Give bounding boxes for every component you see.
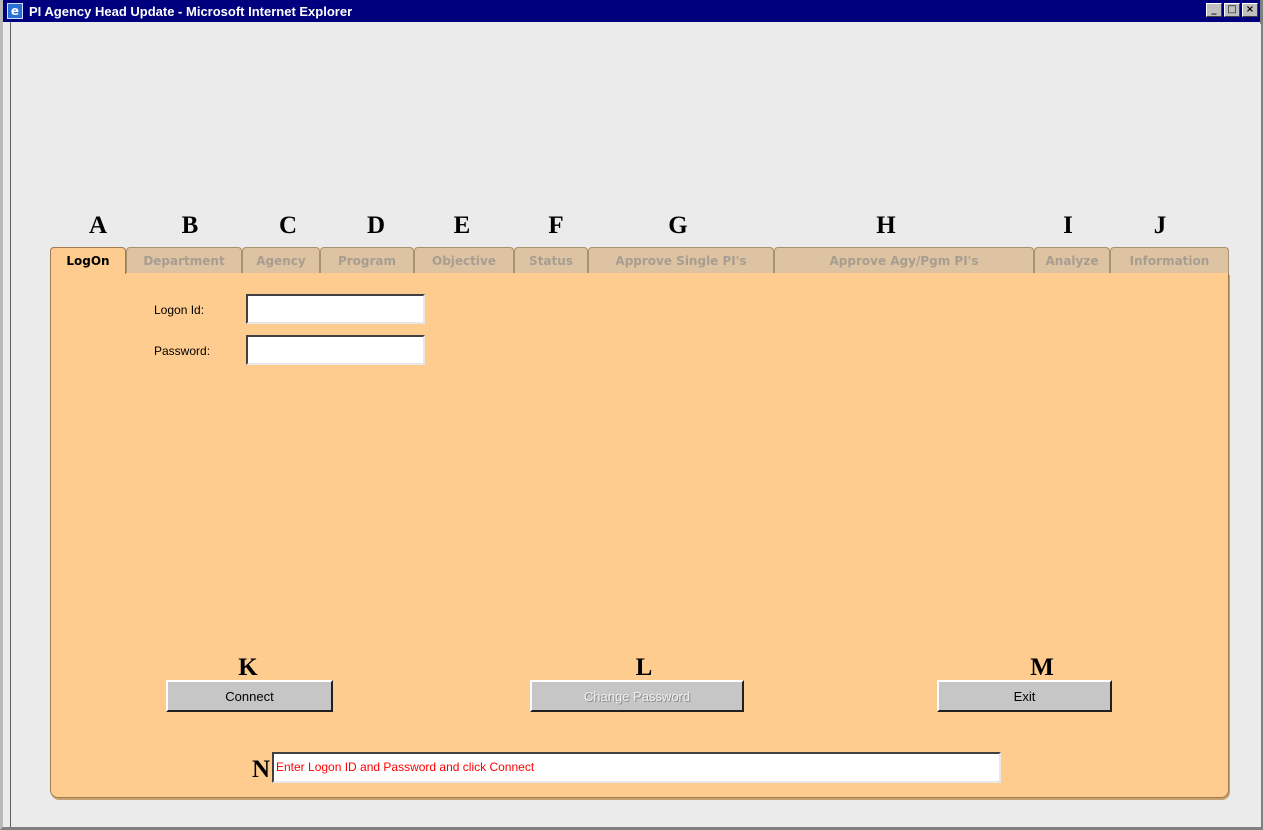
tab-analyze[interactable]: Analyze bbox=[1034, 247, 1110, 274]
window-title: PI Agency Head Update - Microsoft Intern… bbox=[29, 3, 353, 19]
close-button[interactable]: × bbox=[1242, 3, 1258, 17]
marker-n: N bbox=[251, 756, 271, 783]
marker-m: M bbox=[1030, 654, 1054, 681]
exit-button[interactable]: Exit bbox=[937, 680, 1112, 712]
logon-id-input[interactable] bbox=[246, 294, 425, 324]
logon-panel bbox=[50, 273, 1229, 798]
connect-button[interactable]: Connect bbox=[166, 680, 333, 712]
tab-status[interactable]: Status bbox=[514, 247, 588, 274]
marker-c: C bbox=[278, 212, 298, 239]
marker-b: B bbox=[181, 212, 199, 239]
marker-i: I bbox=[1063, 212, 1073, 239]
password-input[interactable] bbox=[246, 335, 425, 365]
tab-logon[interactable]: LogOn bbox=[50, 247, 126, 274]
marker-d: D bbox=[366, 212, 386, 239]
window-left-border bbox=[10, 22, 11, 827]
marker-g: G bbox=[668, 212, 688, 239]
tab-agency[interactable]: Agency bbox=[242, 247, 320, 274]
marker-l: L bbox=[635, 654, 653, 681]
marker-a: A bbox=[88, 212, 108, 239]
status-message-field: Enter Logon ID and Password and click Co… bbox=[272, 752, 1001, 783]
change-password-button[interactable]: Change Password bbox=[530, 680, 744, 712]
minimize-button[interactable]: _ bbox=[1206, 3, 1222, 17]
tab-objective[interactable]: Objective bbox=[414, 247, 514, 274]
window-controls: _ □ × bbox=[1206, 3, 1258, 17]
maximize-button[interactable]: □ bbox=[1224, 3, 1240, 17]
logon-id-label: Logon Id: bbox=[154, 303, 205, 317]
marker-f: F bbox=[548, 212, 564, 239]
tab-program[interactable]: Program bbox=[320, 247, 414, 274]
marker-e: E bbox=[453, 212, 471, 239]
marker-h: H bbox=[876, 212, 896, 239]
tab-approve-single-pis[interactable]: Approve Single PI's bbox=[588, 247, 774, 274]
internet-explorer-icon: e bbox=[7, 3, 23, 19]
marker-j: J bbox=[1153, 212, 1167, 239]
marker-k: K bbox=[238, 654, 258, 681]
tab-approve-agy-pgm-pis[interactable]: Approve Agy/Pgm PI's bbox=[774, 247, 1034, 274]
title-bar[interactable]: e PI Agency Head Update - Microsoft Inte… bbox=[3, 0, 1260, 22]
password-label: Password: bbox=[154, 344, 211, 358]
tab-information[interactable]: Information bbox=[1110, 247, 1229, 274]
tab-department[interactable]: Department bbox=[126, 247, 242, 274]
